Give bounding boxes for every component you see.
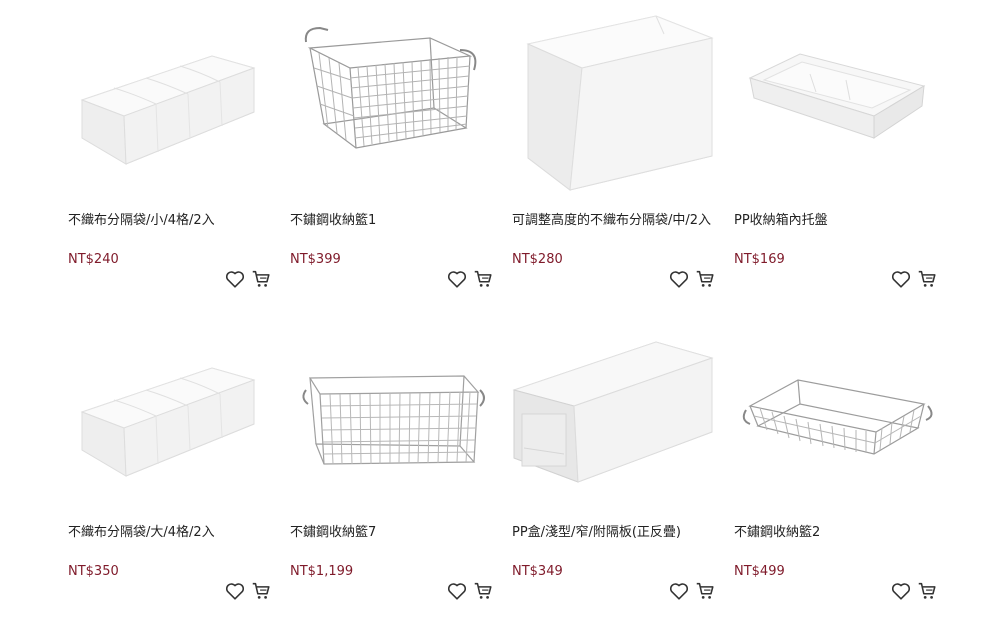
product-name[interactable]: 不織布分隔袋/大/4格/2入 bbox=[68, 524, 274, 542]
product-actions bbox=[668, 268, 718, 290]
product-actions bbox=[890, 268, 940, 290]
product-image-wire-basket-tall[interactable] bbox=[284, 8, 498, 198]
product-price: NT$499 bbox=[734, 564, 785, 579]
product-image-wire-basket-shallow[interactable] bbox=[728, 320, 942, 510]
product-actions bbox=[446, 580, 496, 602]
product-card[interactable]: 不鏽鋼收納籃2 NT$499 bbox=[724, 312, 946, 621]
product-image-fabric-tall-bag[interactable] bbox=[506, 8, 720, 198]
heart-icon[interactable] bbox=[446, 268, 468, 290]
product-name[interactable]: PP盒/淺型/窄/附隔板(正反疊) bbox=[512, 524, 718, 542]
product-image-pp-tray[interactable] bbox=[728, 8, 942, 198]
product-card[interactable]: PP盒/淺型/窄/附隔板(正反疊) NT$349 bbox=[502, 312, 724, 621]
product-actions bbox=[224, 580, 274, 602]
product-actions bbox=[224, 268, 274, 290]
product-price: NT$240 bbox=[68, 252, 119, 267]
product-name[interactable]: 不鏽鋼收納籃7 bbox=[290, 524, 496, 542]
product-image-fabric-divider-bag[interactable] bbox=[62, 8, 276, 198]
product-price: NT$169 bbox=[734, 252, 785, 267]
product-name[interactable]: 不鏽鋼收納籃1 bbox=[290, 212, 496, 230]
product-card[interactable]: 可調整高度的不織布分隔袋/中/2入 NT$280 bbox=[502, 0, 724, 310]
heart-icon[interactable] bbox=[668, 268, 690, 290]
cart-icon[interactable] bbox=[916, 268, 938, 290]
heart-icon[interactable] bbox=[224, 268, 246, 290]
heart-icon[interactable] bbox=[224, 580, 246, 602]
product-grid: 不織布分隔袋/小/4格/2入 NT$240 不鏽鋼收納籃1 NT$399 可調整… bbox=[0, 0, 994, 621]
product-image-fabric-divider-bag[interactable] bbox=[62, 320, 276, 510]
product-actions bbox=[890, 580, 940, 602]
product-name[interactable]: 不織布分隔袋/小/4格/2入 bbox=[68, 212, 274, 230]
heart-icon[interactable] bbox=[890, 268, 912, 290]
product-name[interactable]: PP收納箱內托盤 bbox=[734, 212, 940, 230]
product-card[interactable]: PP收納箱內托盤 NT$169 bbox=[724, 0, 946, 310]
cart-icon[interactable] bbox=[250, 268, 272, 290]
heart-icon[interactable] bbox=[890, 580, 912, 602]
cart-icon[interactable] bbox=[472, 268, 494, 290]
product-price: NT$349 bbox=[512, 564, 563, 579]
cart-icon[interactable] bbox=[916, 580, 938, 602]
product-card[interactable]: 不織布分隔袋/大/4格/2入 NT$350 bbox=[58, 312, 280, 621]
product-name[interactable]: 不鏽鋼收納籃2 bbox=[734, 524, 940, 542]
product-price: NT$1,199 bbox=[290, 564, 354, 579]
cart-icon[interactable] bbox=[250, 580, 272, 602]
product-card[interactable]: 不織布分隔袋/小/4格/2入 NT$240 bbox=[58, 0, 280, 310]
product-price: NT$280 bbox=[512, 252, 563, 267]
product-price: NT$399 bbox=[290, 252, 341, 267]
product-card[interactable]: 不鏽鋼收納籃1 NT$399 bbox=[280, 0, 502, 310]
product-image-wire-basket-wide[interactable] bbox=[284, 320, 498, 510]
heart-icon[interactable] bbox=[668, 580, 690, 602]
product-price: NT$350 bbox=[68, 564, 119, 579]
cart-icon[interactable] bbox=[472, 580, 494, 602]
cart-icon[interactable] bbox=[694, 268, 716, 290]
product-actions bbox=[668, 580, 718, 602]
heart-icon[interactable] bbox=[446, 580, 468, 602]
cart-icon[interactable] bbox=[694, 580, 716, 602]
product-image-pp-drawer-box[interactable] bbox=[506, 320, 720, 510]
product-name[interactable]: 可調整高度的不織布分隔袋/中/2入 bbox=[512, 212, 718, 230]
product-card[interactable]: 不鏽鋼收納籃7 NT$1,199 bbox=[280, 312, 502, 621]
product-actions bbox=[446, 268, 496, 290]
